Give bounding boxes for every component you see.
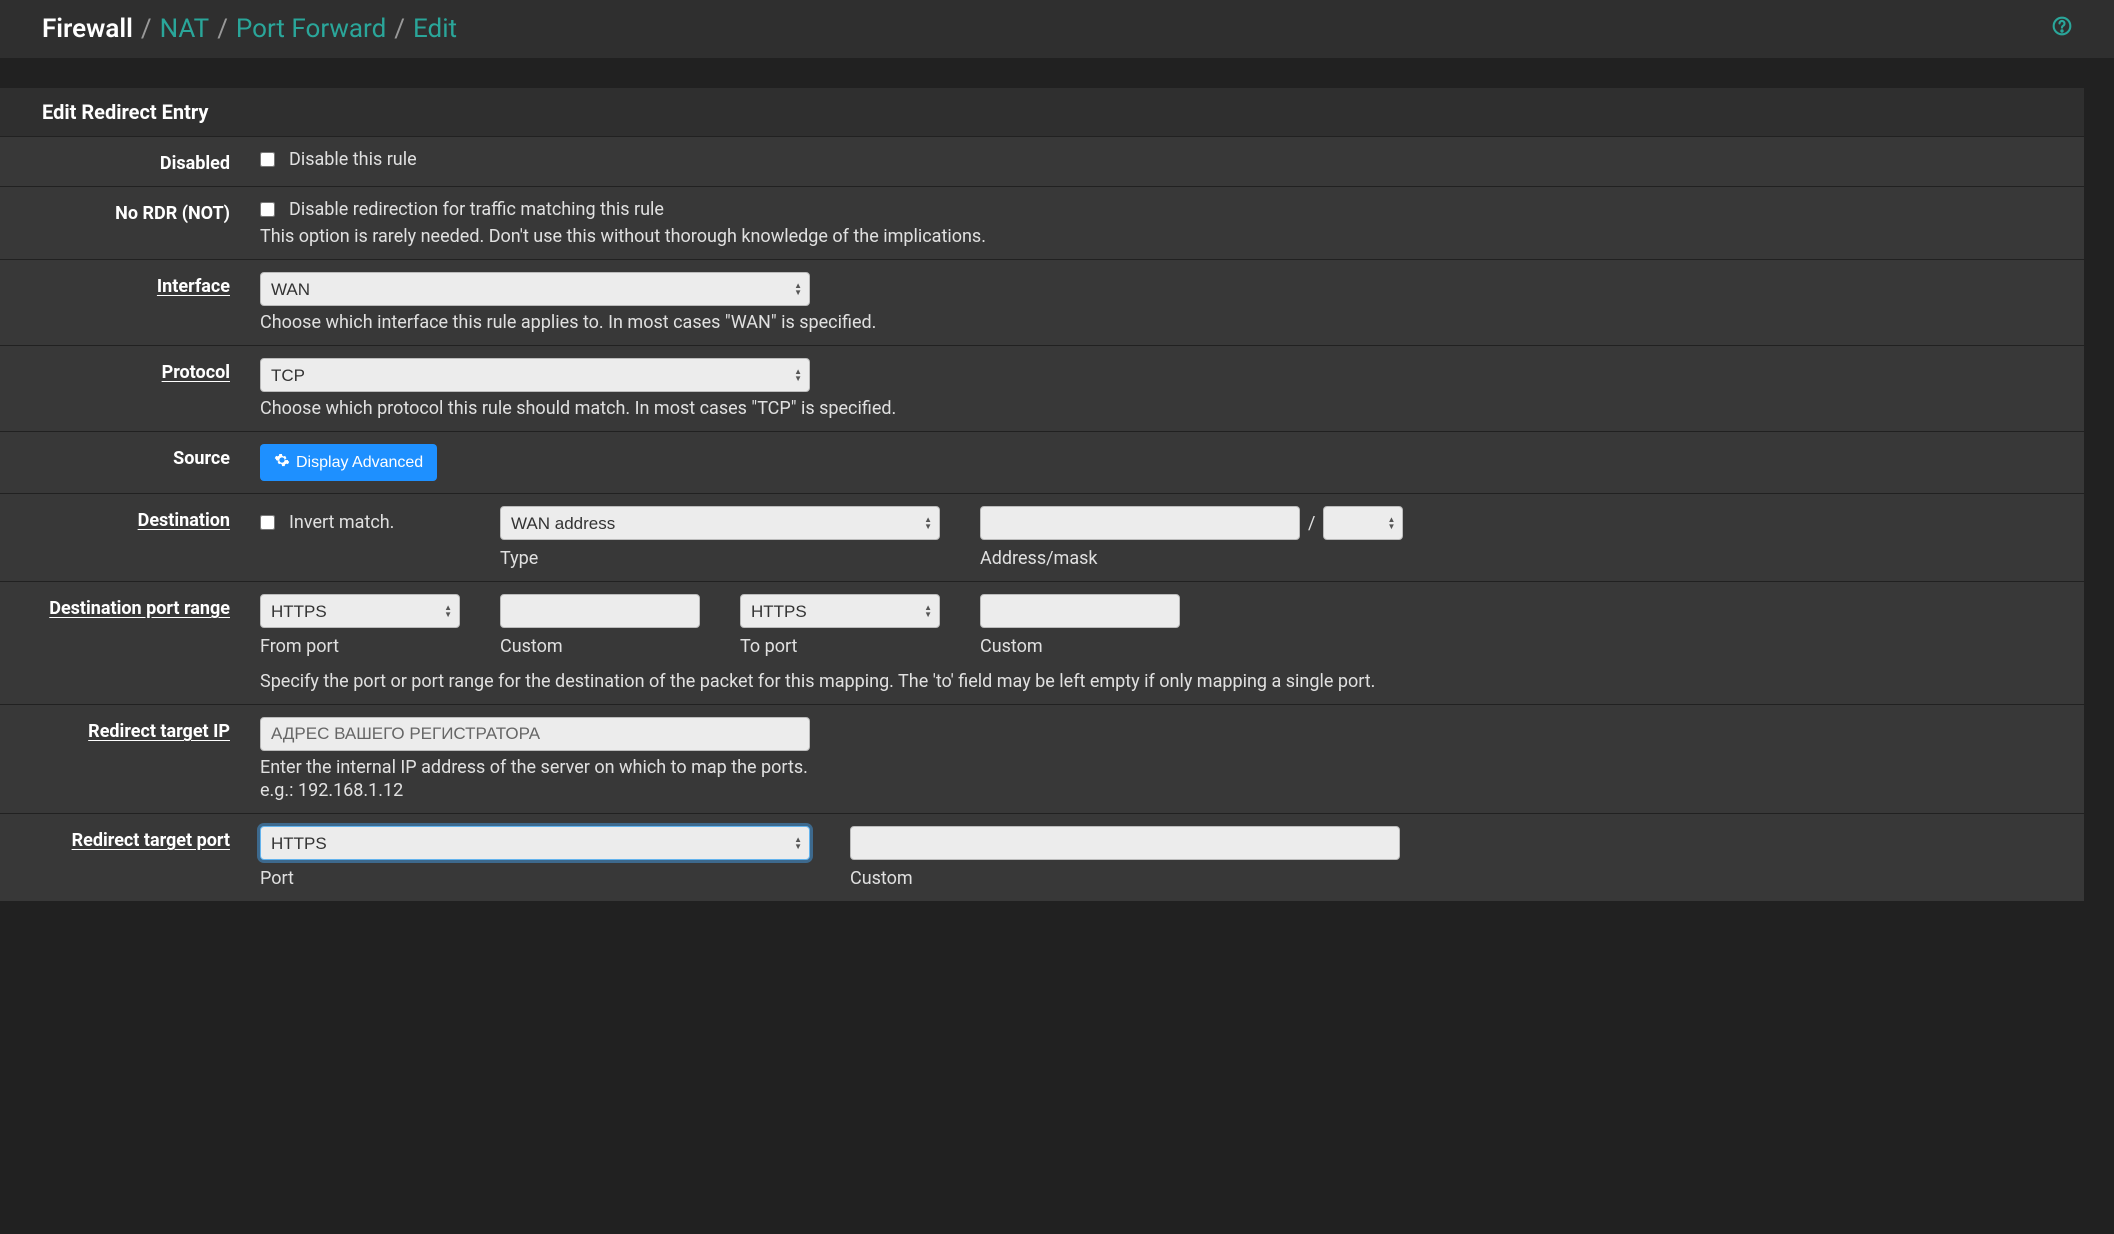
breadcrumb-portforward[interactable]: Port Forward [236,14,386,44]
to-port-custom-input[interactable] [980,594,1180,628]
panel-title: Edit Redirect Entry [0,88,2084,136]
redirect-port-select[interactable]: HTTPS [260,826,810,860]
nordr-checkbox[interactable] [260,202,275,217]
breadcrumb-nat[interactable]: NAT [160,14,210,44]
nordr-help: This option is rarely needed. Don't use … [260,226,2064,247]
label-redirect-ip: Redirect target IP [0,717,260,801]
redirect-port-custom-label: Custom [850,868,1400,889]
destination-mask-select[interactable] [1323,506,1403,540]
redirect-ip-input[interactable] [260,717,810,751]
row-destination: Destination Invert match. WAN address [0,493,2084,581]
label-protocol: Protocol [0,358,260,419]
from-port-select[interactable]: HTTPS [260,594,460,628]
breadcrumb-edit[interactable]: Edit [413,14,457,44]
protocol-help: Choose which protocol this rule should m… [260,398,2064,419]
redirect-port-custom-input[interactable] [850,826,1400,860]
edit-panel: Edit Redirect Entry Disabled Disable thi… [0,88,2084,901]
redirect-ip-help2: e.g.: 192.168.1.12 [260,780,2064,801]
display-advanced-button[interactable]: Display Advanced [260,444,437,481]
disabled-text: Disable this rule [289,149,417,170]
row-nordr: No RDR (NOT) Disable redirection for tra… [0,186,2084,259]
disabled-checkbox[interactable] [260,152,275,167]
breadcrumb-sep: / [394,14,405,44]
breadcrumb-root: Firewall [42,14,133,44]
destination-type-select[interactable]: WAN address [500,506,940,540]
row-protocol: Protocol TCP Choose which protocol this … [0,345,2084,431]
row-interface: Interface WAN Choose which interface thi… [0,259,2084,345]
destination-type-label: Type [500,548,940,569]
label-destination: Destination [0,506,260,569]
row-redirect-ip: Redirect target IP Enter the internal IP… [0,704,2084,813]
protocol-select[interactable]: TCP [260,358,810,392]
breadcrumb-bar: Firewall / NAT / Port Forward / Edit [0,0,2114,58]
mask-slash: / [1308,513,1315,534]
dest-port-help: Specify the port or port range for the d… [260,671,2064,692]
help-icon[interactable] [2052,16,2072,42]
from-port-custom-input[interactable] [500,594,700,628]
invert-match-checkbox[interactable] [260,515,275,530]
row-disabled: Disabled Disable this rule [0,136,2084,186]
destination-address-label: Address/mask [980,548,1403,569]
redirect-port-label: Port [260,868,810,889]
label-nordr: No RDR (NOT) [0,199,260,247]
from-custom-label: Custom [500,636,700,657]
to-custom-label: Custom [980,636,1180,657]
label-interface: Interface [0,272,260,333]
row-dest-port-range: Destination port range HTTPS From port C… [0,581,2084,704]
row-redirect-port: Redirect target port HTTPS Port Custom [0,813,2084,901]
redirect-ip-help1: Enter the internal IP address of the ser… [260,757,2064,778]
gear-icon [274,452,290,473]
row-source: Source Display Advanced [0,431,2084,493]
to-port-select[interactable]: HTTPS [740,594,940,628]
label-source: Source [0,444,260,481]
to-port-label: To port [740,636,940,657]
breadcrumb-sep: / [217,14,228,44]
label-redirect-port: Redirect target port [0,826,260,889]
invert-match-text: Invert match. [289,512,394,533]
breadcrumb-sep: / [141,14,152,44]
nordr-text: Disable redirection for traffic matching… [289,199,664,220]
interface-select[interactable]: WAN [260,272,810,306]
interface-help: Choose which interface this rule applies… [260,312,2064,333]
from-port-label: From port [260,636,460,657]
label-dest-port-range: Destination port range [0,594,260,692]
breadcrumb: Firewall / NAT / Port Forward / Edit [42,14,457,44]
destination-address-input[interactable] [980,506,1300,540]
label-disabled: Disabled [0,149,260,174]
